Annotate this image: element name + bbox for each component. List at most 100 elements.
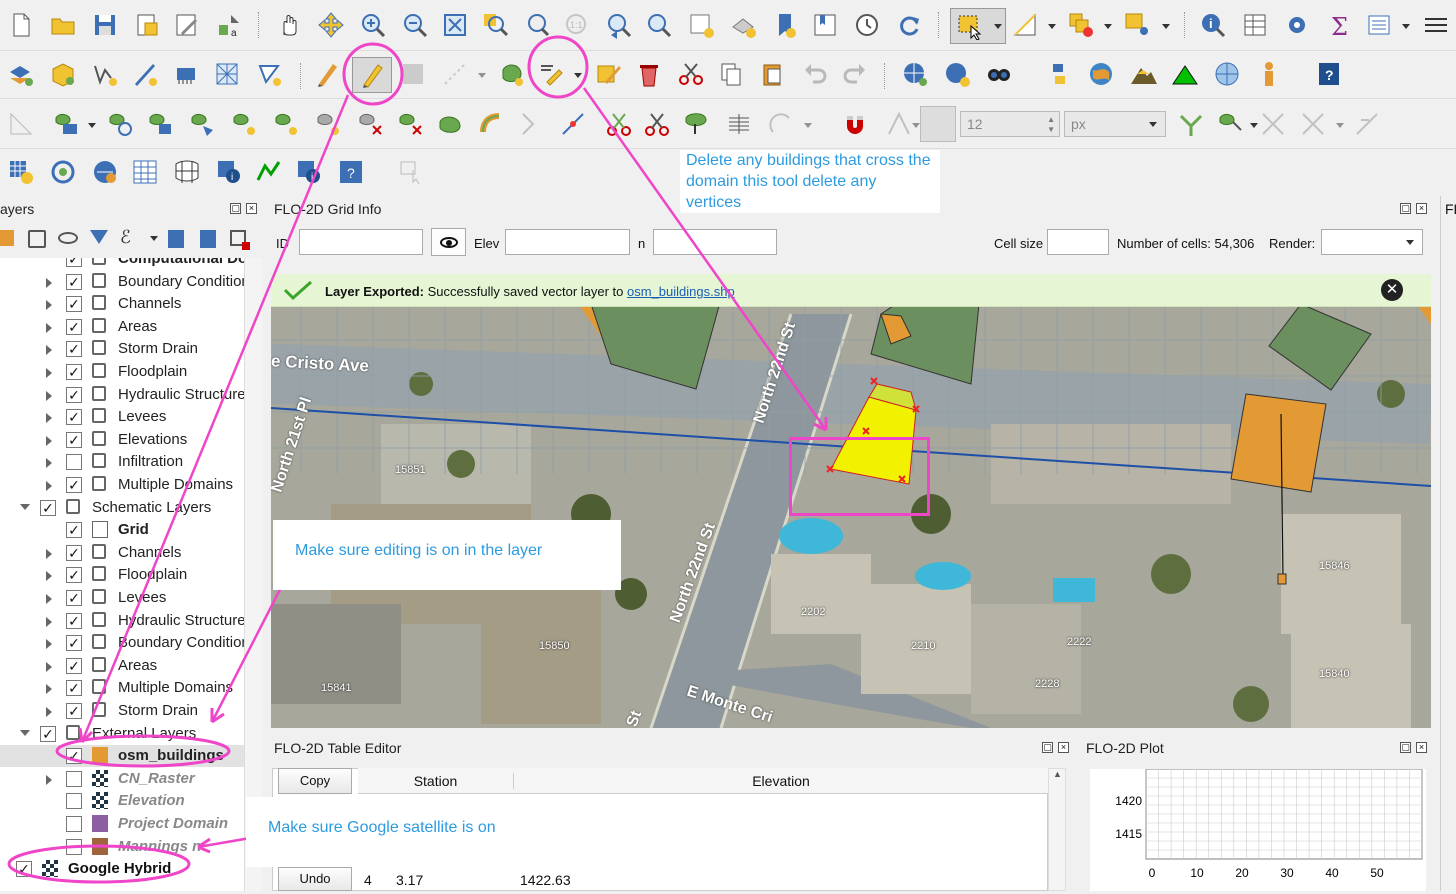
more-tools-icon[interactable]	[1420, 10, 1450, 40]
layer-item[interactable]: ✓ Levees	[0, 587, 244, 609]
layer-item[interactable]: ✓ Areas	[0, 655, 244, 677]
save-layer-edits-icon[interactable]	[398, 59, 428, 89]
layer-checkbox[interactable]: ✓	[66, 258, 82, 267]
filter-icon[interactable]	[90, 230, 108, 244]
expand-arrow-icon[interactable]	[46, 571, 52, 582]
layer-checkbox[interactable]: ✓	[40, 725, 56, 742]
new-geopackage-icon[interactable]	[48, 59, 78, 89]
collapse-arrow-icon[interactable]	[20, 729, 30, 736]
layer-item[interactable]: ✓ Computational Do	[0, 258, 244, 270]
vertex-tool-icon[interactable]	[536, 59, 566, 89]
flo2d-gds-icon[interactable]	[48, 157, 78, 187]
float-panel-icon[interactable]: ▢	[230, 203, 241, 214]
layer-item[interactable]: ✓ Hydraulic Structure	[0, 384, 244, 406]
render-select[interactable]	[1321, 229, 1423, 255]
expand-arrow-icon[interactable]	[46, 413, 52, 424]
expand-arrow-icon[interactable]	[46, 616, 52, 627]
cut-features-icon[interactable]	[676, 59, 706, 89]
add-group-icon[interactable]	[28, 230, 46, 248]
layer-checkbox[interactable]: ✓	[66, 341, 82, 358]
layer-item[interactable]: ✓ Schematic Layers	[0, 497, 244, 519]
layer-checkbox[interactable]: ✓	[66, 386, 82, 403]
layer-checkbox[interactable]: ✓	[66, 635, 82, 652]
layout-manager-icon[interactable]	[172, 10, 202, 40]
statistical-summary-icon[interactable]: Σ	[1324, 10, 1354, 40]
data-source-manager-icon[interactable]	[6, 59, 36, 89]
new-virtual-layer-icon[interactable]	[172, 59, 202, 89]
trim-extend-icon[interactable]	[558, 109, 588, 139]
expand-arrow-icon[interactable]	[46, 277, 52, 288]
expand-arrow-icon[interactable]	[46, 661, 52, 672]
layer-item[interactable]: ✓ Hydraulic Structure	[0, 610, 244, 632]
layer-item[interactable]: ✓ Elevations	[0, 429, 244, 451]
layer-checkbox[interactable]: ✓	[66, 703, 82, 719]
split-parts-icon[interactable]	[642, 109, 672, 139]
select-by-value-icon[interactable]	[1010, 10, 1040, 40]
layer-checkbox[interactable]: ✓	[66, 657, 82, 674]
scale-feature-icon[interactable]	[146, 109, 176, 139]
spin-up-icon[interactable]: ▲	[1047, 115, 1055, 124]
refresh-icon[interactable]	[894, 10, 924, 40]
merge-features-icon[interactable]	[682, 109, 712, 139]
snapping-magnet-icon[interactable]	[840, 109, 870, 139]
zoom-out-icon[interactable]	[400, 10, 430, 40]
layer-checkbox[interactable]: ✓	[66, 748, 82, 765]
add-ring-icon[interactable]	[230, 109, 260, 139]
deselect-all-icon[interactable]	[1066, 10, 1096, 40]
flo2d-terrain-icon[interactable]	[1128, 59, 1158, 89]
layer-checkbox[interactable]: ✓	[66, 590, 82, 606]
expand-arrow-icon[interactable]	[46, 368, 52, 378]
delete-ring-icon[interactable]	[356, 109, 386, 139]
rotate-feature-icon[interactable]	[106, 109, 136, 139]
undo-icon[interactable]	[800, 59, 830, 89]
float-panel-icon[interactable]: ▢	[1400, 742, 1411, 753]
identify-features-icon[interactable]: i	[1198, 10, 1228, 40]
delete-part-icon[interactable]	[396, 109, 426, 139]
expand-arrow-icon[interactable]	[46, 594, 52, 604]
expand-arrow-icon[interactable]	[46, 345, 52, 356]
layer-checkbox[interactable]: ✓	[66, 273, 82, 290]
layer-item[interactable]: ✓ Channels	[0, 542, 244, 564]
select-by-location-icon[interactable]	[1122, 10, 1152, 40]
layer-item[interactable]: Elevation	[0, 790, 244, 812]
expand-arrow-icon[interactable]	[46, 322, 52, 333]
openlayers-plugin-icon[interactable]	[984, 59, 1014, 89]
layer-checkbox[interactable]: ✓	[66, 296, 82, 313]
layer-item[interactable]: Infiltration	[0, 451, 244, 473]
expand-arrow-icon[interactable]	[46, 774, 52, 785]
add-part-icon[interactable]	[272, 109, 302, 139]
undo-button[interactable]: Undo	[278, 867, 352, 891]
flo2d-import-icon[interactable]	[90, 157, 120, 187]
flo2d-settings-icon[interactable]	[6, 157, 36, 187]
layer-checkbox[interactable]: ✓	[66, 318, 82, 335]
help-icon[interactable]: ?	[1314, 59, 1344, 89]
table-scrollbar[interactable]: ▲	[1048, 768, 1066, 891]
collapse-all-icon[interactable]	[200, 230, 216, 248]
current-edits-icon[interactable]	[312, 59, 342, 89]
layer-checkbox[interactable]: ✓	[66, 612, 82, 629]
new-spatialite-icon[interactable]	[254, 59, 284, 89]
flo2d-elevation-icon[interactable]	[1170, 59, 1200, 89]
save-project-icon[interactable]	[90, 10, 120, 40]
float-panel-icon[interactable]: ▢	[1400, 203, 1411, 214]
cad-tools-icon[interactable]	[6, 109, 36, 139]
remove-layer-icon[interactable]	[230, 230, 250, 250]
expand-all-icon[interactable]	[168, 230, 184, 248]
add-wms-layer-icon[interactable]	[900, 59, 930, 89]
expand-arrow-icon[interactable]	[46, 548, 52, 559]
new-project-icon[interactable]	[6, 10, 36, 40]
zoom-native-icon[interactable]: 1:1	[562, 10, 592, 40]
zoom-next-icon[interactable]	[644, 10, 674, 40]
snapping-tolerance-input[interactable]: 12 ▲ ▼	[960, 111, 1060, 137]
layer-item[interactable]: ✓ External Layers	[0, 723, 244, 745]
offset-curve-icon[interactable]	[476, 109, 506, 139]
expand-arrow-icon[interactable]	[46, 684, 52, 695]
processing-toolbox-icon[interactable]	[1282, 10, 1312, 40]
layer-item[interactable]: ✓ Multiple Domains	[0, 677, 244, 699]
measure-tool-icon[interactable]	[1364, 10, 1394, 40]
close-panel-icon[interactable]: ×	[246, 203, 257, 214]
pan-to-selection-icon[interactable]	[316, 10, 346, 40]
close-message-icon[interactable]: ✕	[1381, 279, 1403, 301]
layer-item[interactable]: ✓ Storm Drain	[0, 338, 244, 360]
layer-checkbox[interactable]	[66, 816, 82, 832]
